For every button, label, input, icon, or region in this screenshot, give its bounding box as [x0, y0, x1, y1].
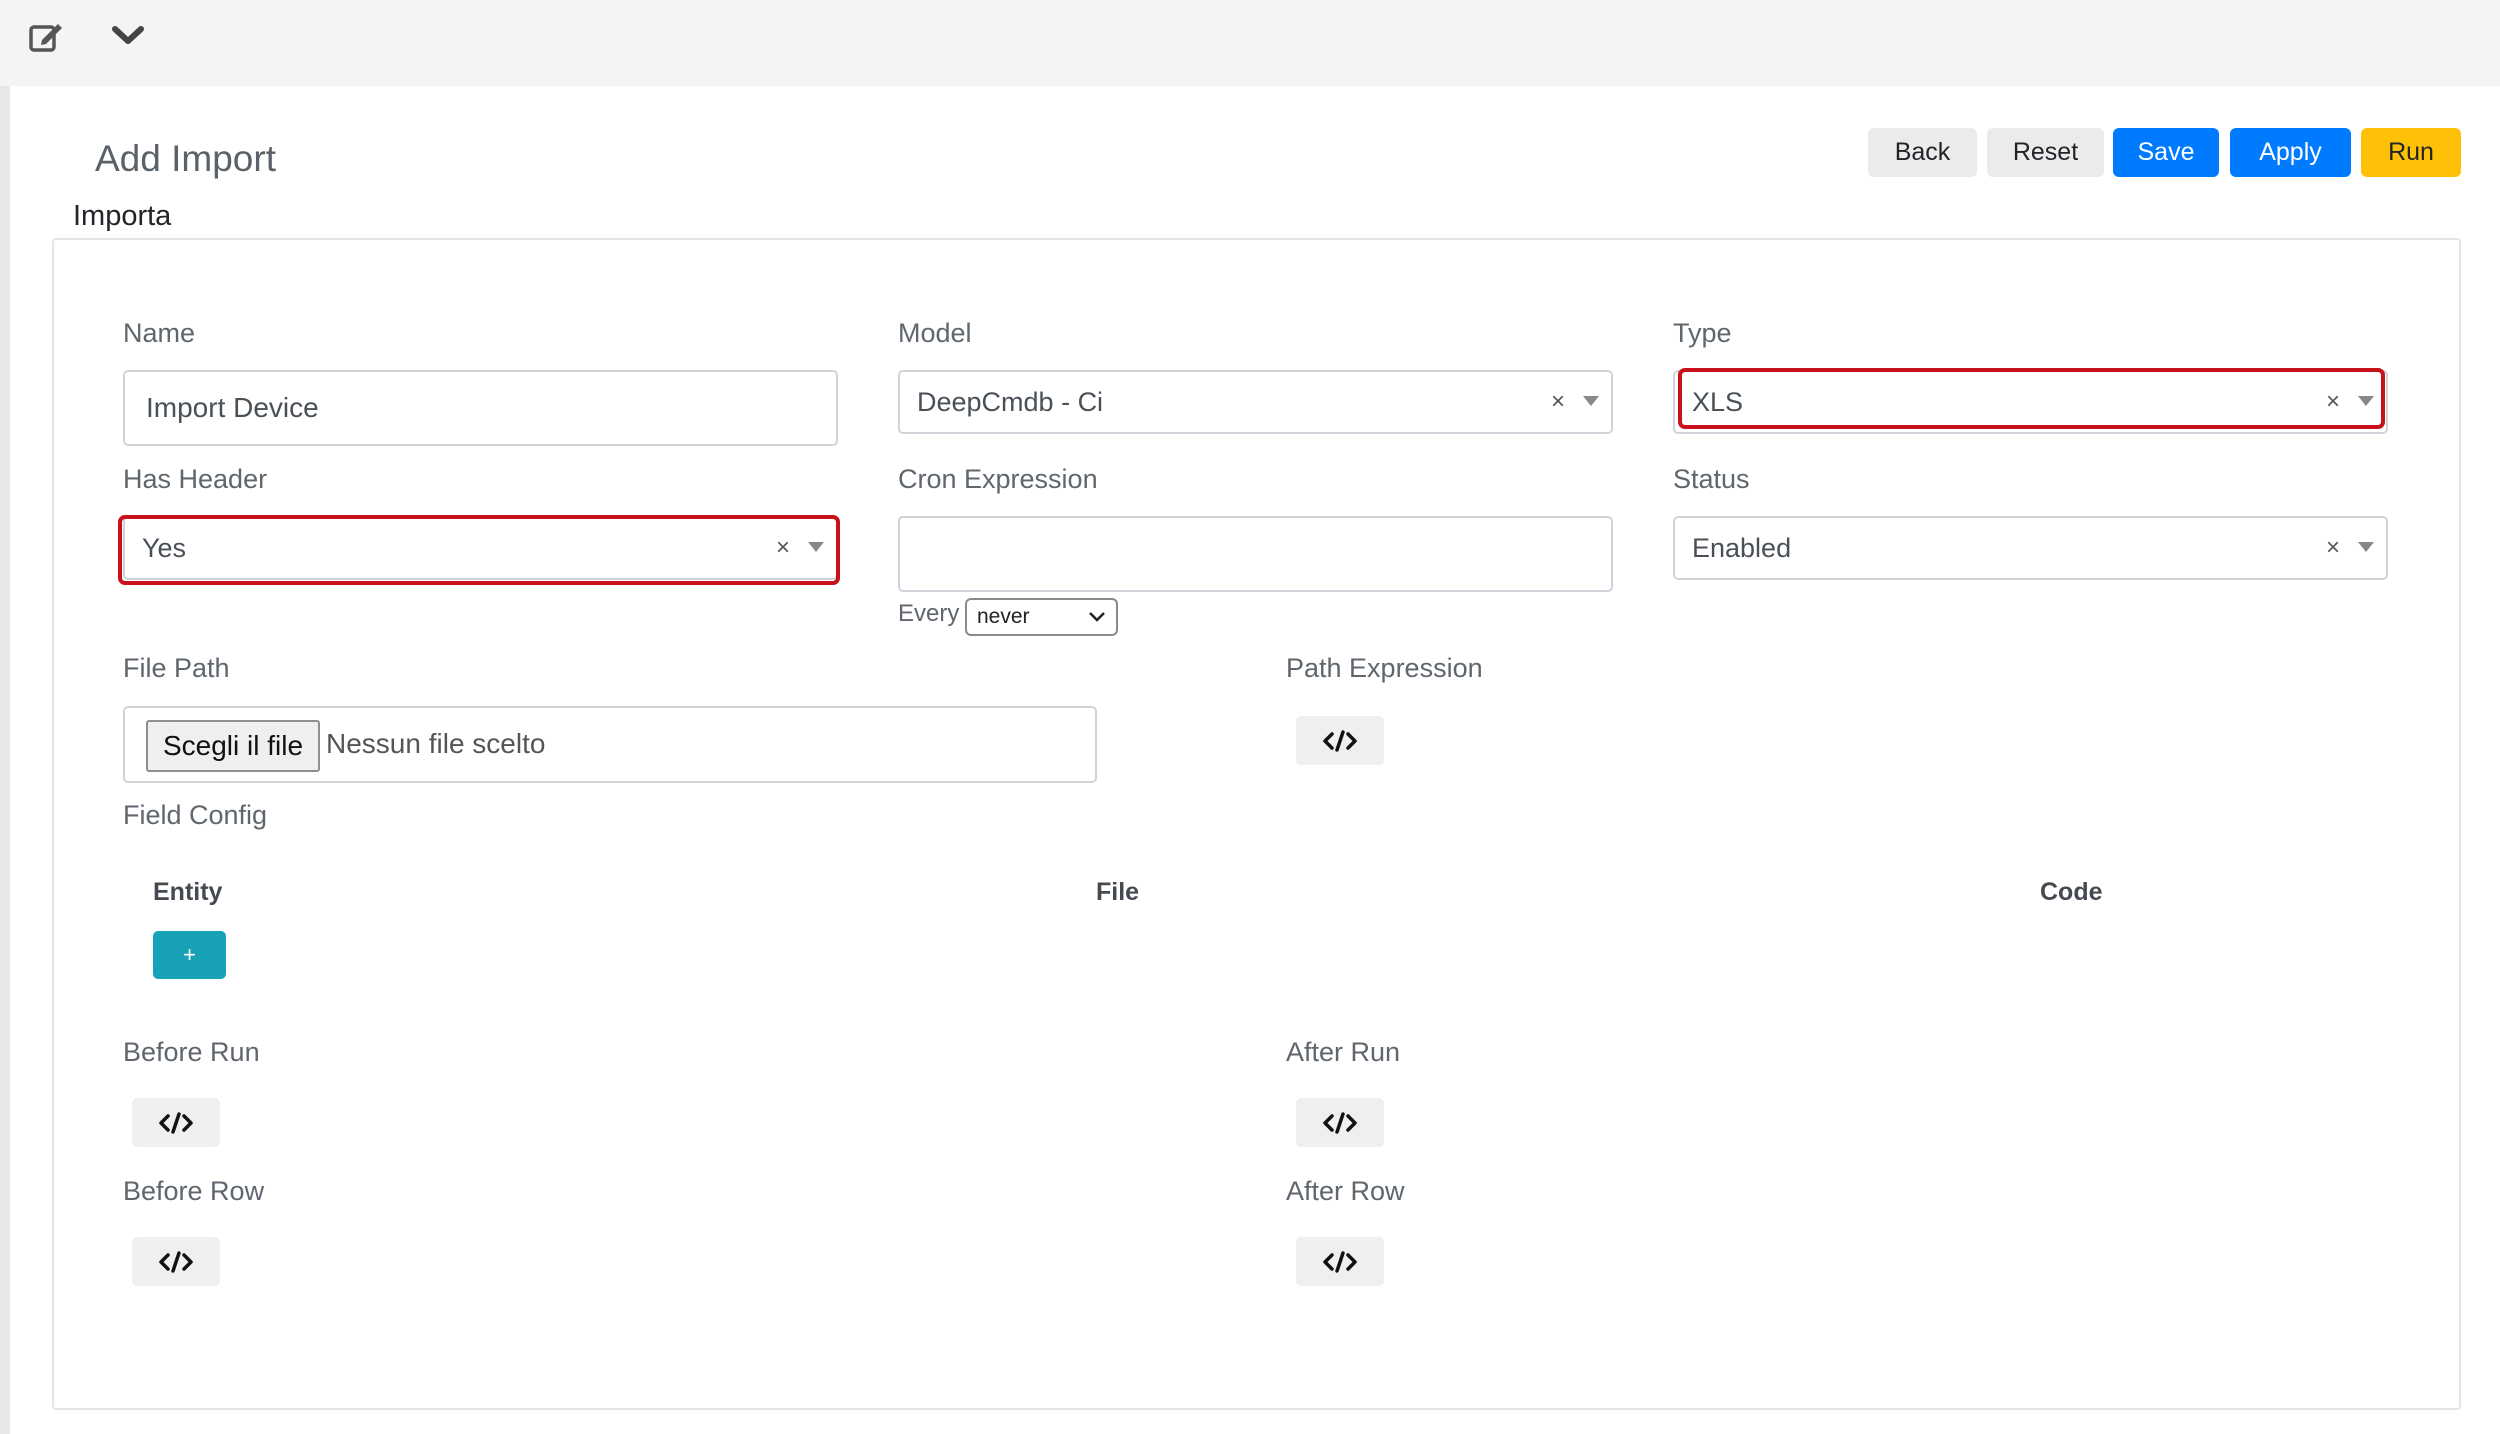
- code-icon: [159, 1111, 193, 1134]
- has-header-highlight: [118, 515, 840, 585]
- model-select[interactable]: DeepCmdb - Ci ×: [898, 370, 1613, 434]
- file-path-label: File Path: [123, 653, 230, 683]
- field-config-label: Field Config: [123, 800, 268, 830]
- column-header-code: Code: [2040, 878, 2103, 906]
- page-title: Add Import: [95, 138, 276, 179]
- cron-expression-input[interactable]: [898, 516, 1613, 592]
- every-select[interactable]: never: [965, 598, 1118, 636]
- before-run-label: Before Run: [123, 1037, 260, 1067]
- model-clear-icon[interactable]: ×: [1551, 388, 1565, 416]
- code-icon: [159, 1250, 193, 1273]
- chevron-down-icon[interactable]: [104, 14, 152, 58]
- type-highlight: [1678, 368, 2385, 429]
- top-toolbar: [0, 0, 2500, 86]
- status-clear-icon[interactable]: ×: [2326, 534, 2340, 562]
- code-icon: [1323, 1111, 1357, 1134]
- add-field-button[interactable]: +: [153, 931, 226, 979]
- apply-button[interactable]: Apply: [2230, 128, 2351, 177]
- every-chevron-icon: [1089, 612, 1105, 622]
- code-icon: [1323, 1250, 1357, 1273]
- choose-file-button[interactable]: Scegli il file: [146, 720, 320, 772]
- path-expression-code-button[interactable]: [1296, 716, 1384, 765]
- status-select-value: Enabled: [1692, 532, 1792, 563]
- run-button[interactable]: Run: [2361, 128, 2461, 177]
- code-icon: [1323, 729, 1357, 752]
- no-file-text: Nessun file scelto: [326, 728, 546, 759]
- column-header-entity: Entity: [153, 878, 223, 906]
- before-row-code-button[interactable]: [132, 1237, 220, 1286]
- file-path-input[interactable]: Scegli il file Nessun file scelto: [123, 706, 1097, 783]
- save-button[interactable]: Save: [2113, 128, 2219, 177]
- after-run-label: After Run: [1286, 1037, 1401, 1067]
- status-select[interactable]: Enabled ×: [1673, 516, 2388, 580]
- reset-button[interactable]: Reset: [1987, 128, 2104, 177]
- model-caret-icon[interactable]: [1583, 396, 1599, 406]
- after-row-code-button[interactable]: [1296, 1237, 1384, 1286]
- name-label: Name: [123, 318, 196, 348]
- after-row-label: After Row: [1286, 1176, 1405, 1206]
- has-header-label: Has Header: [123, 464, 268, 494]
- cron-expression-label: Cron Expression: [898, 464, 1098, 494]
- path-expression-label: Path Expression: [1286, 653, 1483, 683]
- before-row-label: Before Row: [123, 1176, 265, 1206]
- after-run-code-button[interactable]: [1296, 1098, 1384, 1147]
- back-button[interactable]: Back: [1868, 128, 1977, 177]
- before-run-code-button[interactable]: [132, 1098, 220, 1147]
- every-select-value: never: [977, 605, 1030, 628]
- status-caret-icon[interactable]: [2358, 542, 2374, 552]
- type-label: Type: [1673, 318, 1732, 348]
- section-title: Importa: [73, 200, 172, 232]
- edit-icon[interactable]: [22, 14, 70, 58]
- column-header-file: File: [1096, 878, 1140, 906]
- name-input[interactable]: Import Device: [123, 370, 838, 446]
- model-label: Model: [898, 318, 972, 348]
- left-edge: [0, 86, 10, 1434]
- model-select-value: DeepCmdb - Ci: [917, 386, 1104, 417]
- every-label: Every: [898, 600, 960, 627]
- status-label: Status: [1673, 464, 1750, 494]
